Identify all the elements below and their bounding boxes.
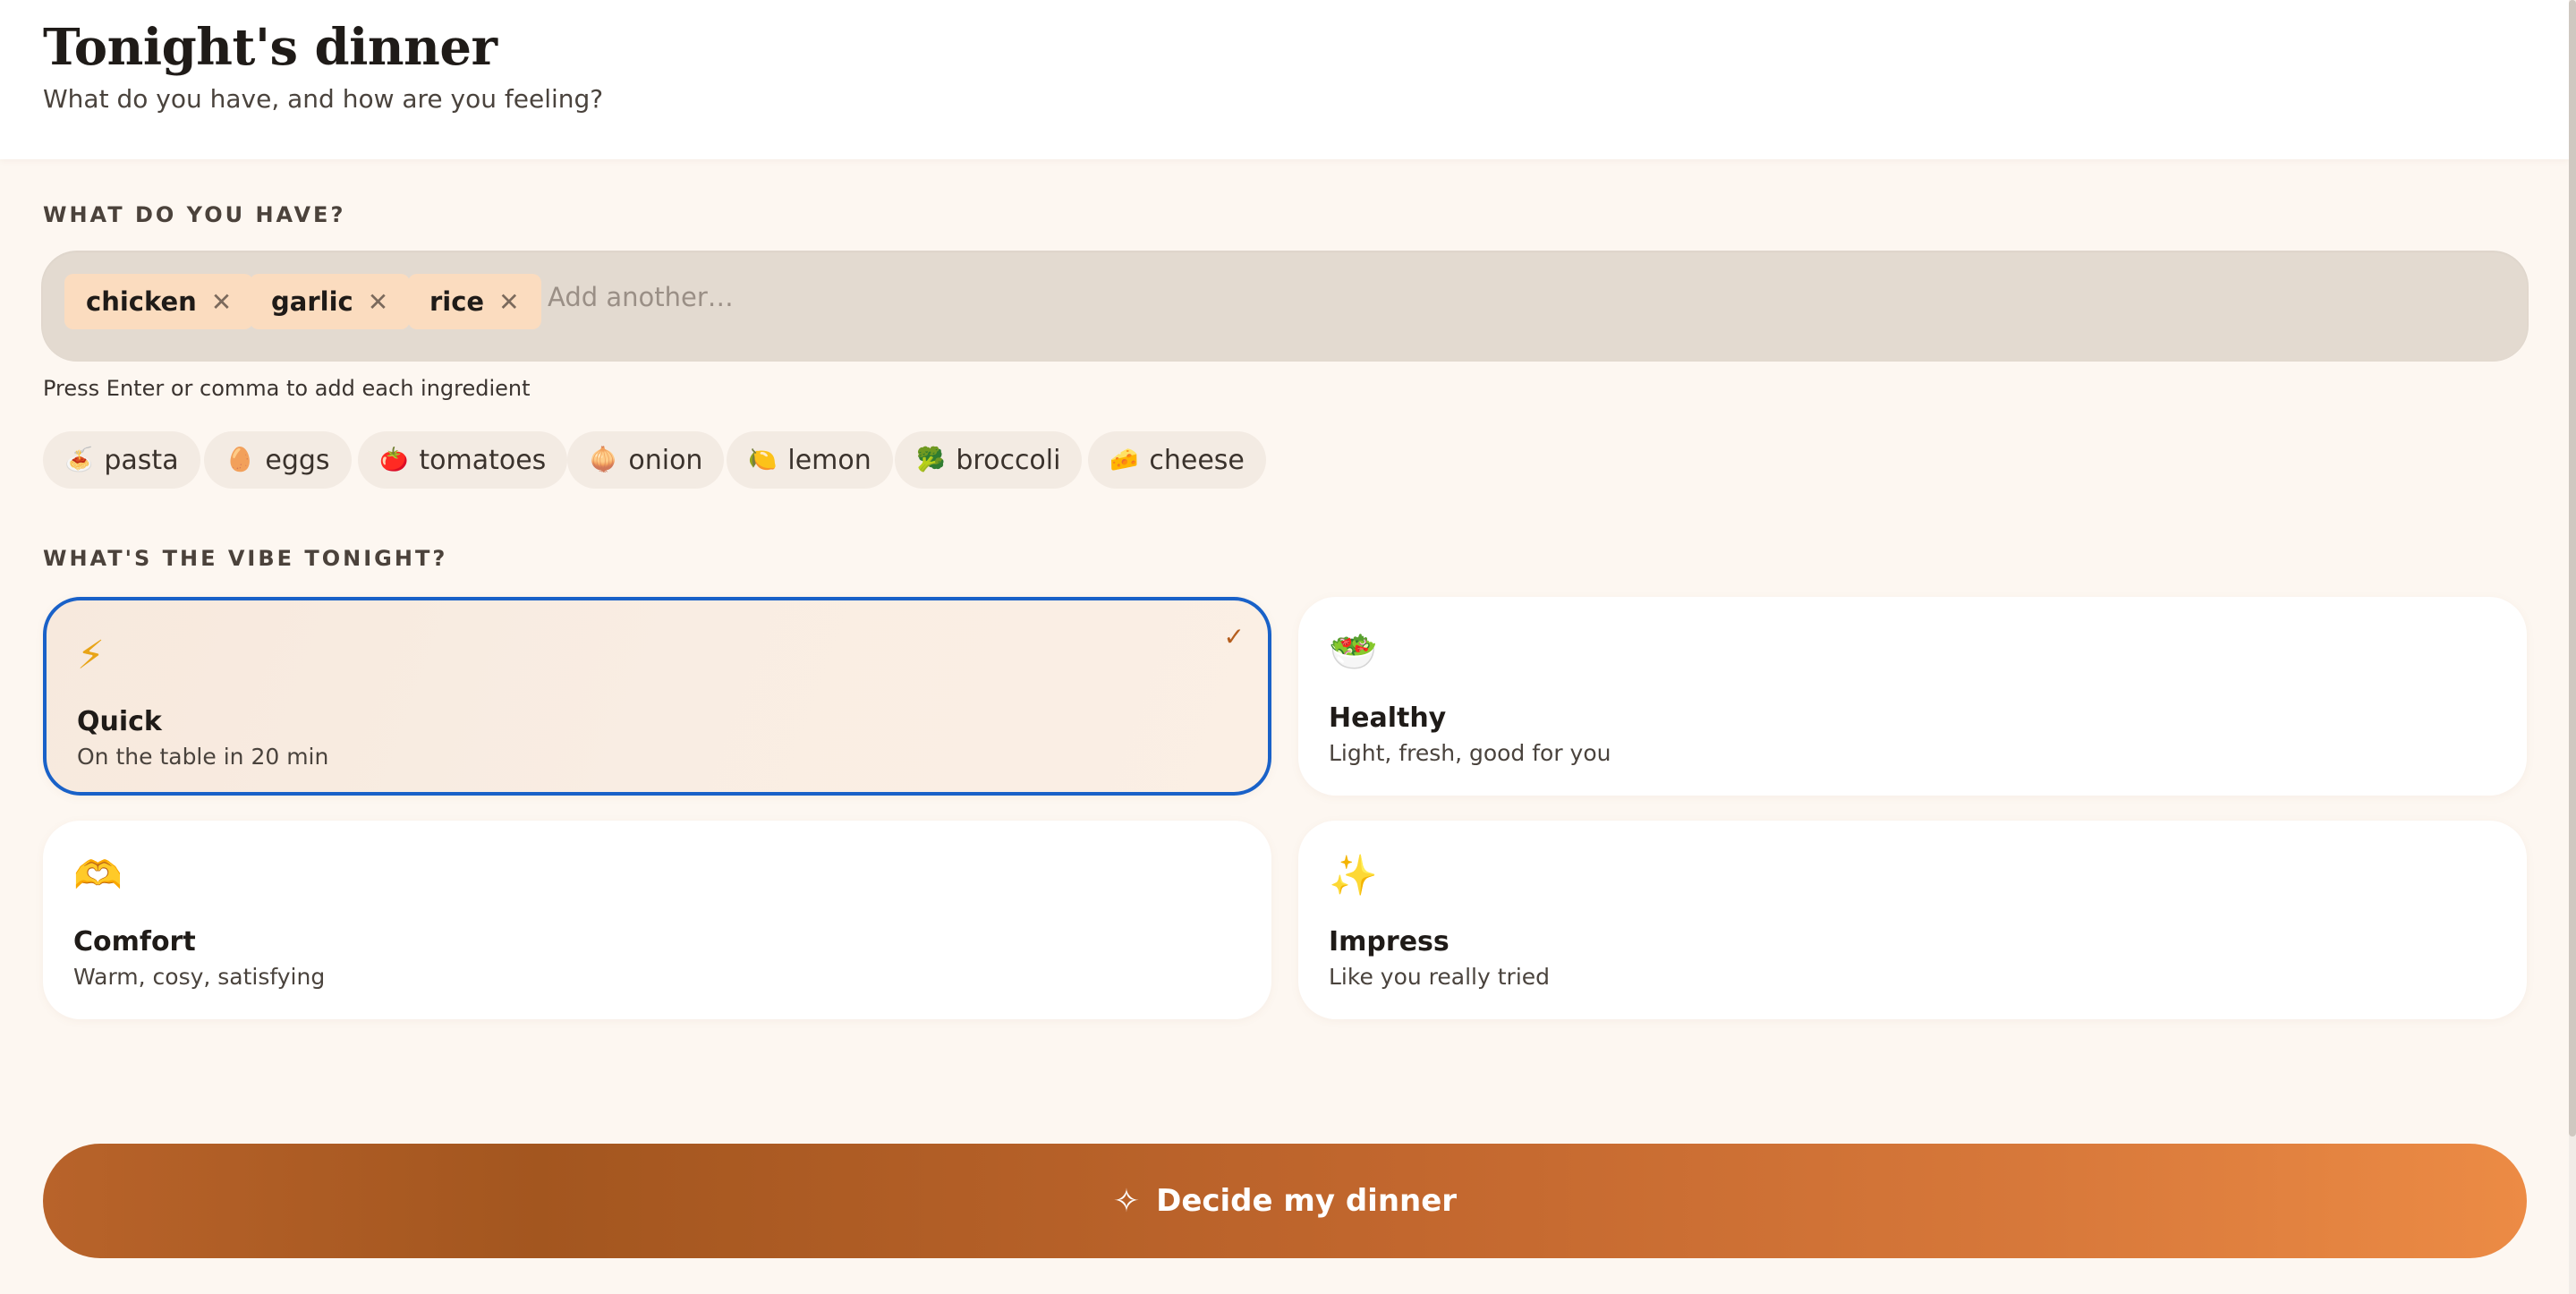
chip-label: onion <box>628 444 703 476</box>
page-subtitle: What do you have, and how are you feelin… <box>43 84 604 114</box>
check-icon: ✓ <box>1223 622 1245 651</box>
vibe-section-label: WHAT'S THE VIBE TONIGHT? <box>43 546 448 571</box>
app-header: Tonight's dinner What do you have, and h… <box>0 0 2569 159</box>
chip-label: lemon <box>787 444 871 476</box>
ingredient-tag-rice: rice ✕ <box>408 274 541 329</box>
chip-label: cheese <box>1149 444 1245 476</box>
vibe-title: Healthy <box>1329 702 1447 734</box>
sparkle-icon: ✧ <box>1112 1182 1141 1220</box>
suggestion-chip-pasta[interactable]: 🍝 pasta <box>43 431 200 489</box>
tag-label: garlic <box>271 286 353 317</box>
vibe-card-comfort[interactable]: 🫶 Comfort Warm, cosy, satisfying <box>43 821 1271 1019</box>
pasta-icon: 🍝 <box>64 447 94 473</box>
vibe-card-impress[interactable]: ✨ Impress Like you really tried <box>1298 821 2527 1019</box>
chip-label: eggs <box>265 444 330 476</box>
suggestion-chip-broccoli[interactable]: 🥦 broccoli <box>895 431 1083 489</box>
onion-icon: 🧅 <box>589 447 618 473</box>
scrollbar-track[interactable] <box>2569 0 2576 1294</box>
lightning-icon: ⚡ <box>77 633 105 678</box>
vibe-description: Like you really tried <box>1329 964 1551 990</box>
chip-label: pasta <box>104 444 179 476</box>
ingredients-section-label: WHAT DO YOU HAVE? <box>43 202 346 227</box>
decide-button-label: Decide my dinner <box>1156 1183 1458 1219</box>
broccoli-icon: 🥦 <box>916 447 946 473</box>
suggestion-chip-tomatoes[interactable]: 🍅 tomatoes <box>358 431 568 489</box>
ingredient-hint: Press Enter or comma to add each ingredi… <box>43 376 531 401</box>
decide-dinner-button[interactable]: ✧ Decide my dinner <box>43 1144 2527 1258</box>
suggestion-chip-onion[interactable]: 🧅 onion <box>567 431 725 489</box>
vibe-card-quick[interactable]: ⚡ ✓ Quick On the table in 20 min <box>43 597 1271 796</box>
salad-icon: 🥗 <box>1329 629 1378 675</box>
scrollbar-thumb[interactable] <box>2569 0 2576 1137</box>
ingredient-tag-input[interactable]: chicken ✕ garlic ✕ rice ✕ <box>41 251 2529 362</box>
ingredient-tag-chicken: chicken ✕ <box>64 274 254 329</box>
remove-tag-icon[interactable]: ✕ <box>211 287 232 317</box>
tag-label: rice <box>429 286 485 317</box>
page-title: Tonight's dinner <box>43 18 497 77</box>
remove-tag-icon[interactable]: ✕ <box>368 287 388 317</box>
vibe-title: Comfort <box>73 926 196 958</box>
add-ingredient-input[interactable] <box>548 270 2498 324</box>
vibe-description: On the table in 20 min <box>77 744 329 770</box>
suggestion-chip-lemon[interactable]: 🍋 lemon <box>727 431 893 489</box>
suggestion-chip-cheese[interactable]: 🧀 cheese <box>1088 431 1266 489</box>
sparkles-icon: ✨ <box>1329 853 1378 898</box>
vibe-card-healthy[interactable]: 🥗 Healthy Light, fresh, good for you <box>1298 597 2527 796</box>
ingredient-tag-garlic: garlic ✕ <box>250 274 411 329</box>
egg-icon: 🥚 <box>225 447 255 473</box>
chip-label: broccoli <box>956 444 1061 476</box>
tag-label: chicken <box>86 286 197 317</box>
heart-hands-icon: 🫶 <box>73 853 123 898</box>
vibe-description: Warm, cosy, satisfying <box>73 964 326 990</box>
dinner-page: Tonight's dinner What do you have, and h… <box>0 0 2576 1294</box>
tomato-icon: 🍅 <box>379 447 409 473</box>
suggestion-chip-eggs[interactable]: 🥚 eggs <box>204 431 352 489</box>
vibe-description: Light, fresh, good for you <box>1329 740 1611 766</box>
cheese-icon: 🧀 <box>1109 447 1139 473</box>
lemon-icon: 🍋 <box>748 447 778 473</box>
chip-label: tomatoes <box>419 444 547 476</box>
vibe-title: Impress <box>1329 926 1450 958</box>
vibe-title: Quick <box>77 706 162 737</box>
remove-tag-icon[interactable]: ✕ <box>498 287 519 317</box>
